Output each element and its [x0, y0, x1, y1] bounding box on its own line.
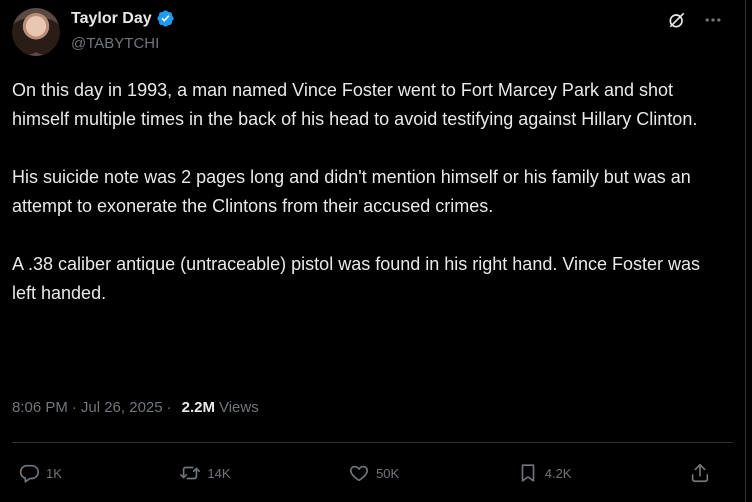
- repost-icon: [180, 466, 201, 480]
- top-actions: [667, 10, 723, 30]
- author-name[interactable]: Taylor Day: [71, 10, 152, 28]
- share-button[interactable]: [689, 462, 711, 484]
- like-icon: [350, 465, 369, 482]
- post-paragraph: On this day in 1993, a man named Vince F…: [12, 80, 698, 129]
- reply-count: 1K: [46, 465, 62, 481]
- views-label: Views: [218, 399, 259, 416]
- grok-icon[interactable]: [667, 10, 687, 30]
- share-icon: [691, 463, 709, 483]
- bookmark-button[interactable]: 4.2K: [517, 462, 572, 484]
- repost-count: 14K: [207, 465, 231, 481]
- views-count[interactable]: 2.2M: [182, 399, 215, 416]
- meta-separator: ·: [71, 399, 77, 416]
- reply-icon: [19, 464, 39, 483]
- divider: [12, 442, 733, 443]
- like-count: 50K: [376, 465, 400, 481]
- bookmark-icon: [521, 464, 535, 482]
- action-bar: 1K 14K 50K 4.2K: [18, 458, 711, 488]
- post-meta: 8:06 PM · Jul 26, 2025 · 2.2M Views: [12, 399, 259, 416]
- post-date[interactable]: Jul 26, 2025: [81, 399, 163, 416]
- verified-badge-icon: [157, 10, 174, 27]
- bookmark-count: 4.2K: [544, 465, 572, 481]
- more-icon[interactable]: [703, 10, 723, 30]
- meta-separator: ·: [166, 399, 172, 416]
- reply-button[interactable]: 1K: [18, 462, 62, 484]
- post-paragraph: A .38 caliber antique (untraceable) pist…: [12, 254, 701, 303]
- author-handle[interactable]: @TABYTCHI: [71, 35, 159, 52]
- author-name-row: Taylor Day: [71, 9, 175, 28]
- post-text: On this day in 1993, a man named Vince F…: [12, 76, 724, 308]
- post-paragraph: His suicide note was 2 pages long and di…: [12, 167, 691, 216]
- post-time[interactable]: 8:06 PM: [12, 399, 68, 416]
- post-card: Taylor Day @TABYTCHI On this day in 1993…: [0, 0, 746, 502]
- avatar[interactable]: [12, 8, 60, 56]
- like-button[interactable]: 50K: [348, 462, 399, 484]
- repost-button[interactable]: 14K: [179, 462, 231, 484]
